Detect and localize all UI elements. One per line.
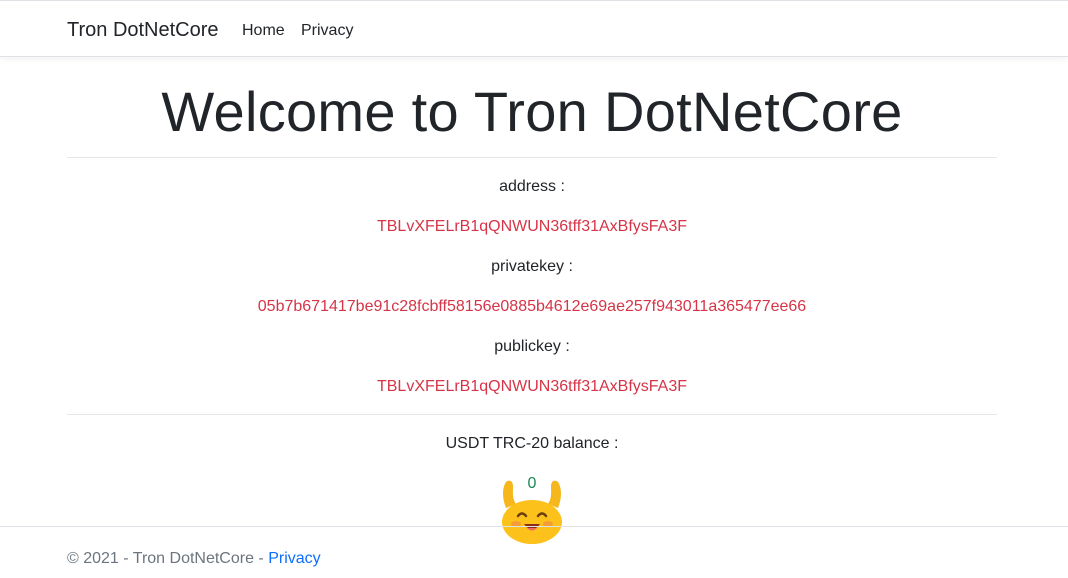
footer-copyright: © 2021 - Tron DotNetCore - xyxy=(67,550,269,567)
footer-text: © 2021 - Tron DotNetCore - Privacy xyxy=(67,550,321,568)
nav-privacy-link[interactable]: Privacy xyxy=(301,22,353,40)
balance-label: USDT TRC-20 balance : xyxy=(445,435,619,452)
nav-home-link[interactable]: Home xyxy=(242,22,285,40)
address-label: address : xyxy=(499,178,565,195)
top-navbar: Tron DotNetCore Home Privacy xyxy=(0,0,1068,57)
privatekey-label: privatekey : xyxy=(491,258,573,275)
privatekey-value: 05b7b671417be91c28fcbff58156e0885b4612e6… xyxy=(257,298,807,315)
divider-bottom xyxy=(67,414,997,415)
footer-privacy-link[interactable]: Privacy xyxy=(268,550,320,567)
brand-link[interactable]: Tron DotNetCore xyxy=(67,19,219,42)
page-footer: © 2021 - Tron DotNetCore - Privacy xyxy=(0,526,1068,578)
divider-top xyxy=(67,157,997,158)
publickey-label: publickey : xyxy=(494,338,570,355)
page-title: Welcome to Tron DotNetCore xyxy=(161,80,903,143)
publickey-value: TBLvXFELrB1qQNWUN36tff31AxBfysFA3F xyxy=(376,378,688,395)
address-value: TBLvXFELrB1qQNWUN36tff31AxBfysFA3F xyxy=(376,218,688,235)
